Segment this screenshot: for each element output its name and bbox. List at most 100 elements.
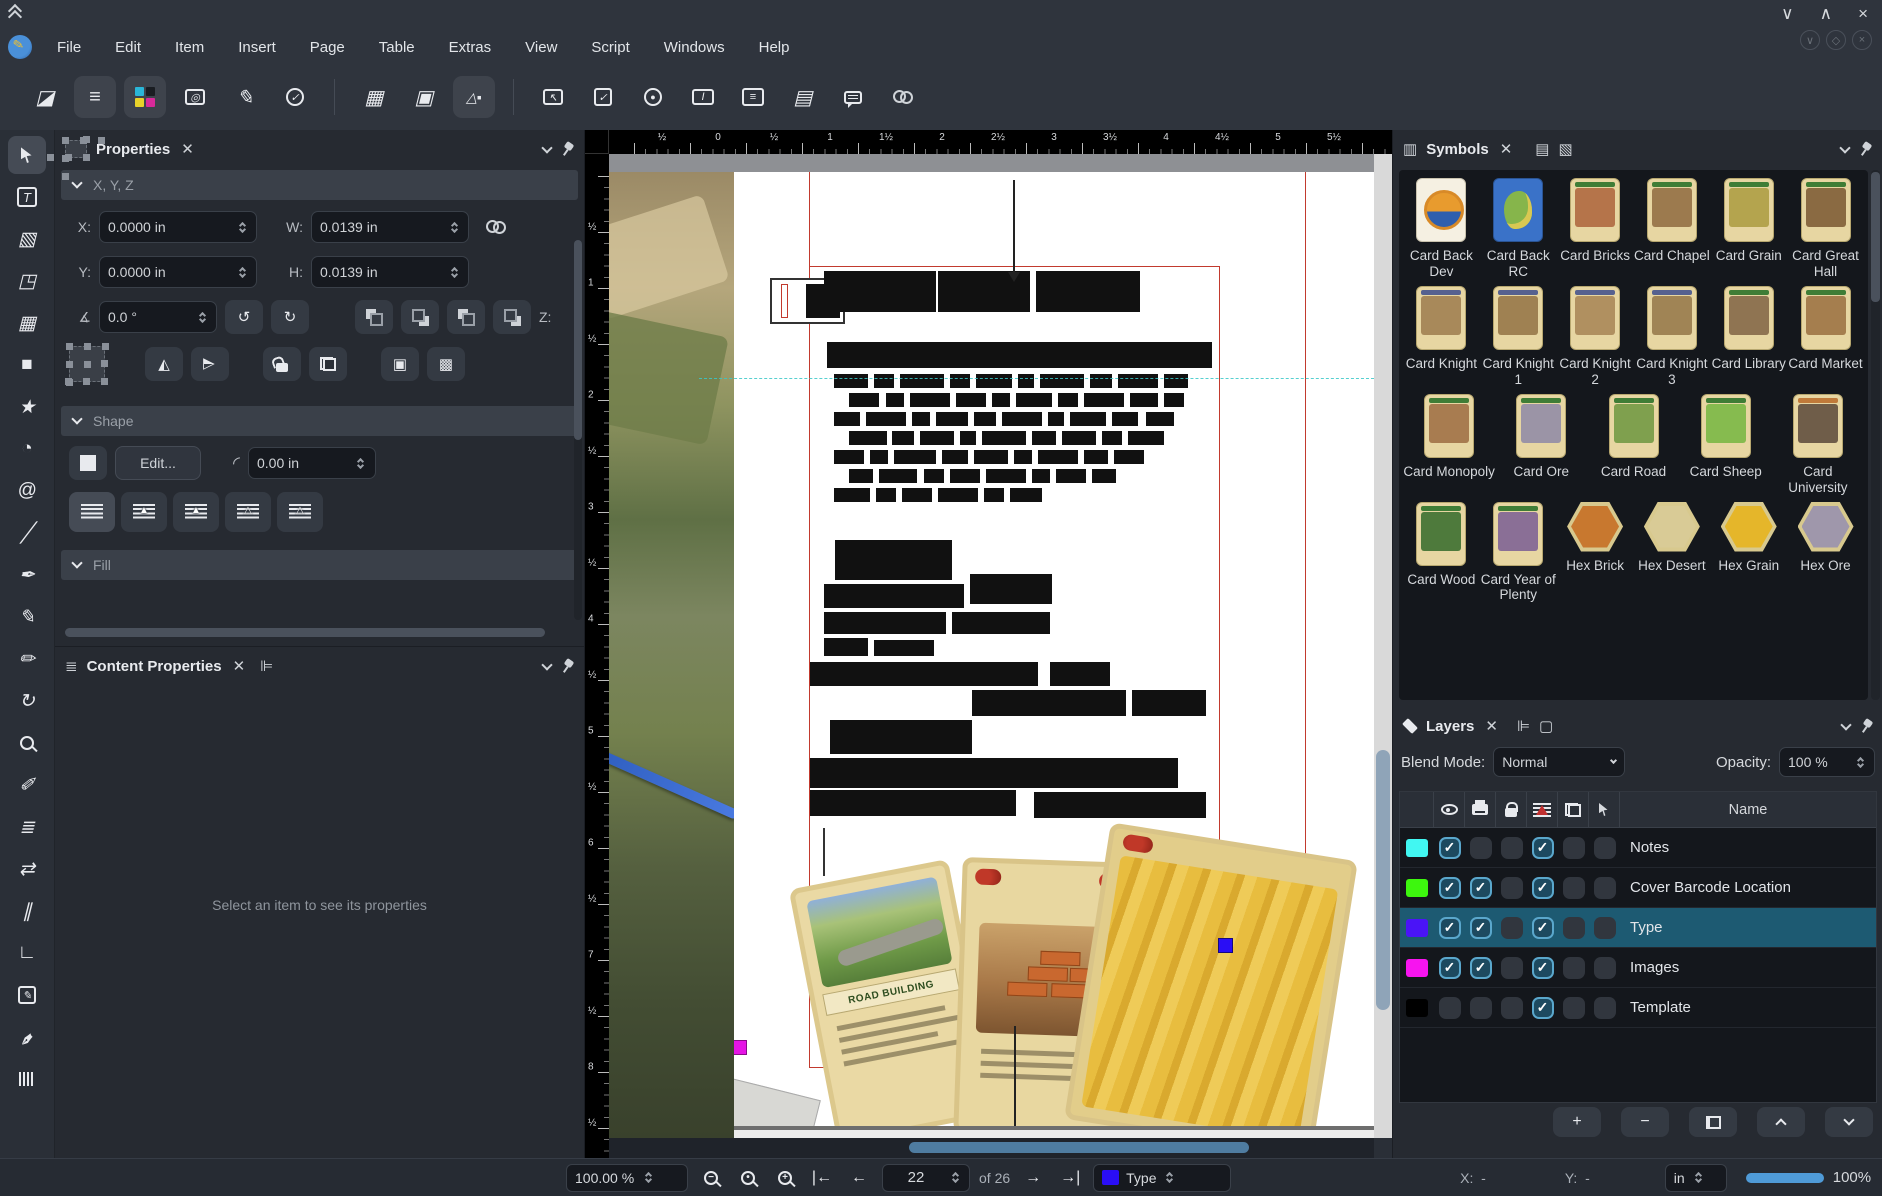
symbol-item[interactable]: Card Great Hall	[1787, 178, 1864, 280]
layer-color-swatch[interactable]	[1406, 959, 1428, 977]
layers-tree-icon[interactable]: ⊫	[1517, 717, 1530, 735]
canvas-vscrollbar[interactable]	[1374, 154, 1392, 1138]
symbol-item[interactable]: Card Wood	[1403, 502, 1480, 604]
shape-selector-button[interactable]	[69, 446, 107, 480]
menu-view[interactable]: View	[512, 35, 570, 60]
layer-outline-checkbox[interactable]	[1558, 957, 1589, 979]
rotation-input[interactable]: 0.0 °	[99, 301, 217, 333]
lower-layer-button[interactable]	[1825, 1107, 1873, 1137]
first-page-icon[interactable]: |←	[808, 1165, 836, 1191]
layer-visible-checkbox[interactable]: ✓	[1434, 917, 1465, 939]
zoom-100-icon[interactable]: •	[734, 1165, 762, 1191]
link-annotation-icon[interactable]	[882, 76, 924, 118]
pdf-radio-button-icon[interactable]: ●	[632, 76, 674, 118]
mdi-restore-icon[interactable]: ◇	[1826, 30, 1846, 50]
lower-to-bottom-icon[interactable]	[493, 300, 531, 334]
menu-item[interactable]: Item	[162, 35, 217, 60]
symbols-vscrollbar[interactable]	[1871, 170, 1880, 700]
insert-text-frame-icon[interactable]: T	[8, 178, 46, 216]
symbol-item[interactable]: Card Back RC	[1480, 178, 1557, 280]
menu-file[interactable]: File	[44, 35, 94, 60]
text-flow-contour-icon[interactable]: △	[225, 492, 271, 532]
zoom-out-icon[interactable]: −	[697, 1165, 725, 1191]
layers-pin-icon[interactable]	[1856, 716, 1875, 735]
layer-visible-checkbox[interactable]: ✓	[1434, 877, 1465, 899]
eye-dropper-icon[interactable]: ✒	[8, 1018, 46, 1056]
layer-print-checkbox[interactable]: ✓	[1465, 877, 1496, 899]
insert-freehand-line-icon[interactable]: ✎	[8, 598, 46, 636]
layer-print-checkbox[interactable]	[1465, 837, 1496, 859]
duplicate-layer-button[interactable]	[1689, 1107, 1737, 1137]
layer-flow-checkbox[interactable]: ✓	[1527, 957, 1558, 979]
properties-vscrollbar[interactable]	[574, 240, 582, 620]
y-input[interactable]: 0.0000 in	[99, 256, 257, 288]
layer-outline-checkbox[interactable]	[1558, 877, 1589, 899]
opacity-input[interactable]: 100 %	[1779, 747, 1875, 777]
update-document-icon[interactable]: ✓	[274, 76, 316, 118]
edit-contents-icon[interactable]: ✐	[8, 766, 46, 804]
layer-print-checkbox[interactable]: ✓	[1465, 917, 1496, 939]
layer-select-checkbox[interactable]	[1589, 877, 1620, 899]
mdi-close-icon[interactable]: ×	[1852, 30, 1872, 50]
text-flow-frame-icon[interactable]: ▲	[121, 492, 167, 532]
insert-bezier-curve-icon[interactable]: ✒	[8, 556, 46, 594]
symbol-item[interactable]: Card Road	[1587, 394, 1679, 496]
symbol-item[interactable]: Card Market	[1787, 286, 1864, 388]
ruler-origin-corner[interactable]	[585, 130, 609, 154]
zoom-icon[interactable]	[8, 724, 46, 762]
menu-edit[interactable]: Edit	[102, 35, 154, 60]
layers-menu-chevron-icon[interactable]	[1842, 718, 1850, 735]
link-text-frames-icon[interactable]: ⇄	[8, 850, 46, 888]
symbol-item[interactable]: Card Knight 3	[1633, 286, 1710, 388]
layer-select-checkbox[interactable]	[1589, 837, 1620, 859]
symbols-edit-icon[interactable]: ▧	[1558, 140, 1572, 158]
symbol-item[interactable]: Card Knight	[1403, 286, 1480, 388]
group-icon[interactable]: ▣	[381, 347, 419, 381]
type-layer-marker[interactable]	[1218, 938, 1233, 953]
symbols-dock-icon[interactable]: ▤	[1535, 140, 1549, 158]
text-flow-disabled-icon[interactable]	[69, 492, 115, 532]
layer-flow-checkbox[interactable]: ✓	[1527, 877, 1558, 899]
document-canvas[interactable]: ½0½11½22½33½44½55½ ½1½2½3½4½5½6½7½8½ ROA…	[585, 130, 1392, 1158]
insert-line-icon[interactable]: ╱	[8, 514, 46, 552]
lower-icon[interactable]	[447, 300, 485, 334]
content-properties-close-icon[interactable]: ✕	[233, 657, 246, 675]
zoom-in-icon[interactable]: +	[771, 1165, 799, 1191]
symbols-pin-icon[interactable]	[1855, 139, 1874, 158]
pdf-list-box-icon[interactable]: ≡	[732, 76, 774, 118]
symbol-item[interactable]: Card Monopoly	[1403, 394, 1495, 496]
menu-extras[interactable]: Extras	[436, 35, 505, 60]
menu-help[interactable]: Help	[746, 35, 803, 60]
lock-size-icon[interactable]	[309, 347, 347, 381]
layer-visible-checkbox[interactable]	[1434, 997, 1465, 1019]
layer-row[interactable]: ✓✓Notes	[1400, 828, 1876, 868]
h-input[interactable]: 0.0139 in	[311, 256, 469, 288]
insert-render-frame-icon[interactable]: ◳	[8, 262, 46, 300]
content-properties-menu-chevron-icon[interactable]	[543, 658, 551, 675]
insert-table-locked-icon[interactable]: ▦	[353, 76, 395, 118]
insert-arc-icon[interactable]: ◔	[8, 430, 46, 468]
window-minimize-icon[interactable]: ∨	[1781, 4, 1793, 24]
export-pdf-icon[interactable]	[124, 76, 166, 118]
pdf-combo-box-icon[interactable]: ▤	[782, 76, 824, 118]
symbol-item[interactable]: Card Bricks	[1557, 178, 1634, 280]
pdf-push-button-icon[interactable]: ↖	[532, 76, 574, 118]
active-layer-select[interactable]: Type	[1093, 1164, 1231, 1192]
symbol-item[interactable]: Card Library	[1710, 286, 1787, 388]
canvas-workspace[interactable]: ROAD BUILDING	[609, 154, 1374, 1138]
symbols-menu-chevron-icon[interactable]	[1841, 141, 1849, 158]
symbol-item[interactable]: Card Sheep	[1680, 394, 1772, 496]
symbol-item[interactable]: Card Year of Plenty	[1480, 502, 1557, 604]
column-text-flow-icon[interactable]	[1527, 792, 1558, 827]
mdi-minimize-icon[interactable]: ∨	[1800, 30, 1820, 50]
layer-select-checkbox[interactable]	[1589, 997, 1620, 1019]
layer-row[interactable]: ✓✓✓Images	[1400, 948, 1876, 988]
menu-script[interactable]: Script	[578, 35, 642, 60]
unlink-text-frames-icon[interactable]: ∥	[8, 892, 46, 930]
symbol-item[interactable]: Hex Ore	[1787, 502, 1864, 604]
insert-spiral-icon[interactable]: @	[8, 472, 46, 510]
flip-horizontal-icon[interactable]: ◭	[145, 347, 183, 381]
layer-lock-checkbox[interactable]	[1496, 877, 1527, 899]
layer-print-checkbox[interactable]	[1465, 997, 1496, 1019]
column-print-icon[interactable]	[1465, 792, 1496, 827]
